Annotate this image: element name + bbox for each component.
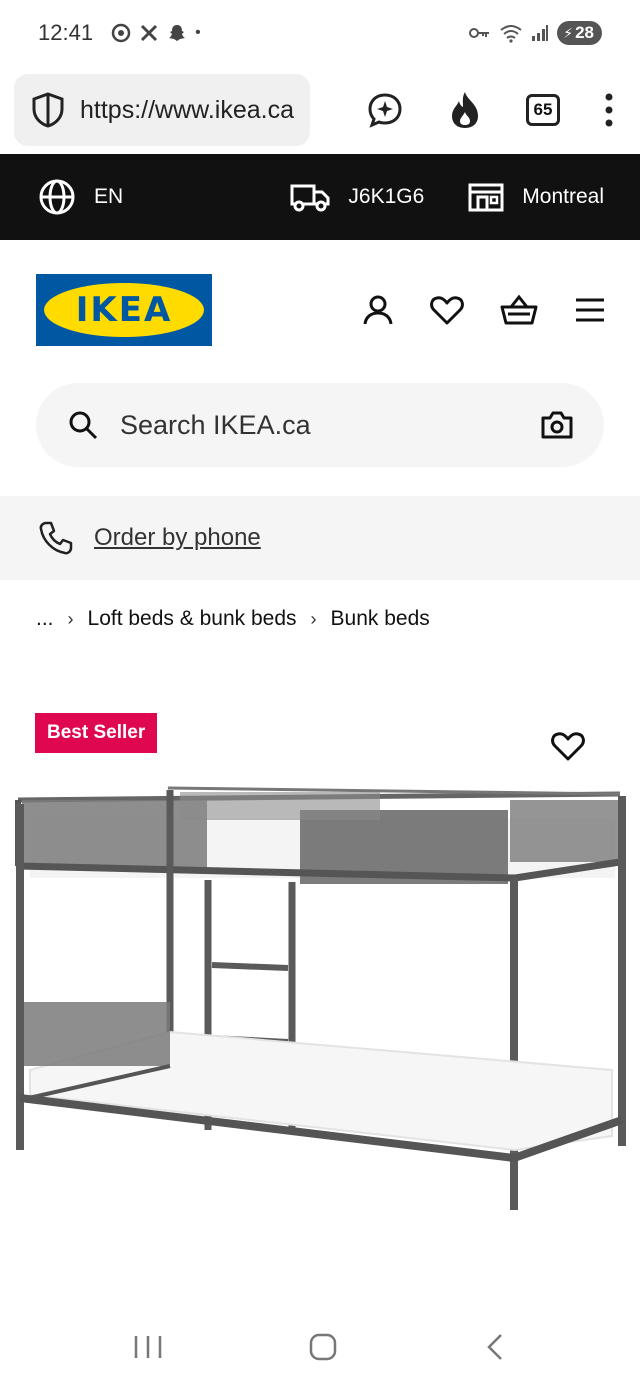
globe-icon [39,179,75,215]
store-selector[interactable]: Montreal [468,182,604,212]
back-icon[interactable] [483,1332,507,1362]
status-time: 12:41 [38,20,94,45]
menu-icon[interactable] [574,297,606,323]
chevron-right-icon: › [67,608,74,629]
address-bar[interactable]: https://www.ikea.ca [14,74,310,146]
chat-sparkle-icon[interactable] [366,91,404,129]
order-by-phone-link[interactable]: Order by phone [94,524,261,552]
camera-search-icon[interactable] [540,410,574,440]
postal-code-selector[interactable]: J6K1G6 [290,182,424,212]
recent-apps-icon[interactable] [133,1334,163,1360]
breadcrumb-ellipsis[interactable]: ... [36,607,54,631]
language-selector[interactable]: EN [38,178,123,216]
favorites-icon[interactable] [430,295,464,325]
flame-icon[interactable] [448,90,482,130]
shield-icon[interactable] [30,91,66,129]
snapchat-icon [169,25,186,41]
charging-icon: ⚡ [563,24,574,41]
postal-code-label: J6K1G6 [348,185,425,208]
phone-icon [39,521,73,555]
search-input[interactable]: Search IKEA.ca [120,410,540,441]
site-header: IKEA [0,240,640,380]
breadcrumb: ... › Loft beds & bunk beds › Bunk beds [36,604,430,634]
ikea-logo[interactable]: IKEA [36,274,212,346]
more-icon[interactable] [604,92,614,128]
product-image[interactable] [0,770,640,1230]
breadcrumb-item-loft-bunk-beds[interactable]: Loft beds & bunk beds [88,607,297,631]
browser-toolbar: https://www.ikea.ca 65 [0,66,640,154]
store-label: Montreal [522,185,604,208]
search-bar[interactable]: Search IKEA.ca [36,383,604,467]
battery-level: 28 [575,23,594,42]
tabs-button[interactable]: 65 [526,94,560,126]
language-label: EN [94,185,124,208]
account-icon[interactable] [362,294,394,326]
signal-icon [532,25,549,41]
order-by-phone-banner: Order by phone [0,496,640,580]
android-nav-bar [0,1306,640,1388]
store-info-bar: EN J6K1G6 Montreal [0,154,640,240]
search-icon [69,411,98,440]
home-icon[interactable] [308,1332,338,1362]
x-app-icon [141,24,158,42]
status-bar: 12:41 • ⚡ 28 [0,0,640,66]
status-dot: • [195,24,201,41]
chevron-right-icon: › [310,608,317,629]
best-seller-badge: Best Seller [35,713,158,753]
key-icon [469,28,490,38]
store-icon [468,183,504,212]
add-to-favorites-icon[interactable] [551,731,585,761]
battery-indicator: ⚡ 28 [557,21,602,45]
logo-oval: IKEA [44,283,204,337]
cart-icon[interactable] [500,294,538,326]
delivery-truck-icon [290,184,330,212]
url-text[interactable]: https://www.ikea.ca [80,96,294,125]
breadcrumb-item-bunk-beds[interactable]: Bunk beds [331,607,430,631]
tab-count: 65 [533,100,553,119]
wifi-icon [500,25,522,43]
logo-text: IKEA [75,290,173,330]
app-notification-icon [111,23,131,43]
